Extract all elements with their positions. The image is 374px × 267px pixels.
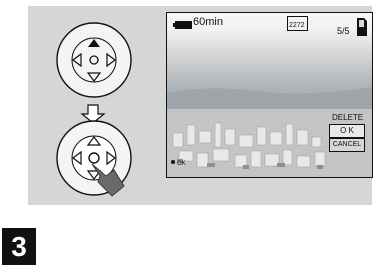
ok-hint: OK xyxy=(177,161,186,167)
cancel-option[interactable]: CANCEL xyxy=(329,138,365,152)
hint-dot-icon xyxy=(171,160,175,164)
ok-option[interactable]: O K xyxy=(329,124,365,138)
lcd-screen: 60min 2272 5/5 DELETE O K CANCEL OK xyxy=(166,12,373,178)
delete-menu-title: DELETE xyxy=(332,113,364,122)
control-button-up-step xyxy=(55,21,133,99)
battery-time: 60min xyxy=(193,16,223,28)
image-size-label: 2272 xyxy=(289,22,305,29)
memory-card-icon xyxy=(356,17,368,42)
pointing-hand-icon xyxy=(86,158,126,203)
battery-icon xyxy=(173,17,193,35)
photo-background xyxy=(167,87,372,177)
frame-counter: 5/5 xyxy=(337,26,350,36)
step-number: 3 xyxy=(2,228,36,265)
